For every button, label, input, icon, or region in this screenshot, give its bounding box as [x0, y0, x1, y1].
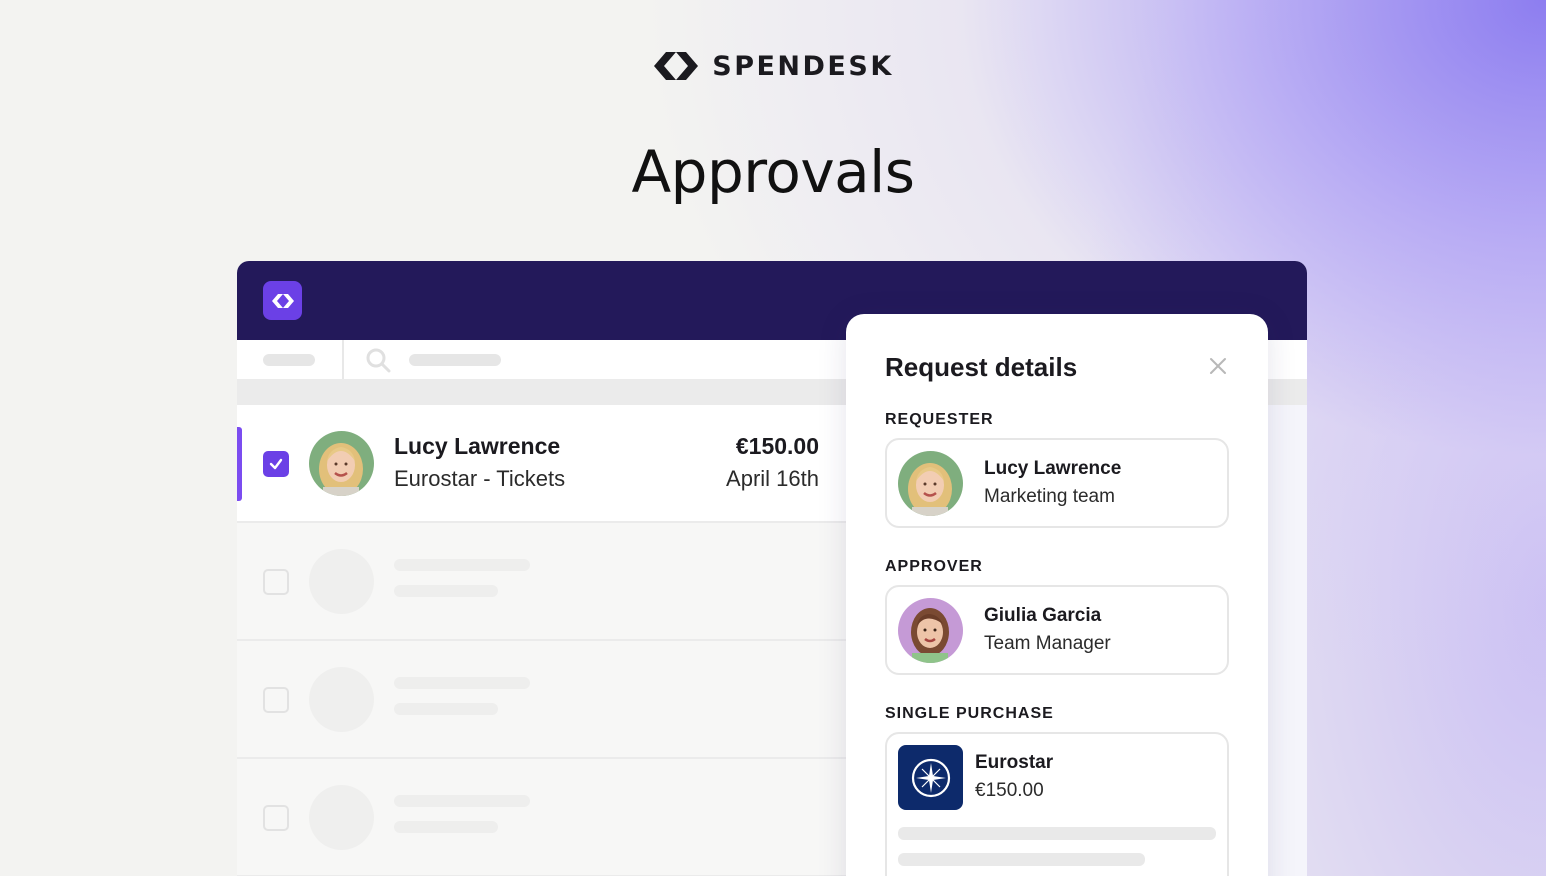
- spendesk-logo-icon: [654, 52, 699, 80]
- brand-name: SPENDESK: [712, 50, 894, 82]
- approver-role: Team Manager: [984, 633, 1111, 654]
- purchase-amount: €150.00: [975, 780, 1044, 801]
- requester-team: Marketing team: [984, 486, 1115, 507]
- close-icon[interactable]: [1208, 356, 1228, 376]
- approver-name: Giulia Garcia: [984, 605, 1102, 626]
- panel-backdrop-strip: [1267, 405, 1307, 876]
- row-checkbox[interactable]: [263, 569, 289, 595]
- avatar-placeholder: [309, 549, 374, 614]
- avatar: [309, 431, 374, 496]
- purchase-label: SINGLE PURCHASE: [885, 705, 1054, 722]
- text-placeholder: [394, 559, 530, 571]
- search-input-placeholder[interactable]: [409, 354, 501, 366]
- text-placeholder: [898, 853, 1145, 866]
- merchant-name: Eurostar: [975, 752, 1054, 773]
- app-logo[interactable]: [263, 281, 302, 320]
- request-date: April 16th: [726, 466, 819, 491]
- checkmark-icon: [269, 458, 283, 470]
- avatar: [898, 451, 963, 516]
- text-placeholder: [394, 585, 498, 597]
- requester-label: REQUESTER: [885, 411, 994, 428]
- request-amount: €150.00: [735, 433, 819, 459]
- row-checkbox[interactable]: [263, 451, 289, 477]
- text-placeholder: [394, 821, 498, 833]
- page-headline: Approvals: [631, 138, 915, 206]
- toolbar-filter-placeholder[interactable]: [263, 354, 315, 366]
- text-placeholder: [394, 703, 498, 715]
- purchase-card[interactable]: Eurostar €150.00: [885, 732, 1229, 876]
- request-description: Eurostar - Tickets: [394, 466, 566, 491]
- spendesk-logo-icon: [271, 293, 294, 308]
- toolbar-divider: [342, 340, 344, 379]
- eurostar-logo-icon: [898, 745, 963, 810]
- requester-name: Lucy Lawrence: [984, 458, 1122, 479]
- brand-header: SPENDESK: [0, 48, 1546, 84]
- selected-indicator: [237, 427, 242, 501]
- panel-title: Request details: [885, 352, 1078, 382]
- avatar-placeholder: [309, 667, 374, 732]
- requester-card[interactable]: Lucy Lawrence Marketing team: [885, 438, 1229, 528]
- text-placeholder: [898, 827, 1216, 840]
- request-details-panel: Request details REQUESTER Lucy Lawrence …: [846, 314, 1268, 876]
- avatar: [898, 598, 963, 663]
- requester-name: Lucy Lawrence: [394, 433, 561, 459]
- search-icon[interactable]: [365, 347, 391, 373]
- row-checkbox[interactable]: [263, 687, 289, 713]
- text-placeholder: [394, 677, 530, 689]
- row-checkbox[interactable]: [263, 805, 289, 831]
- avatar-placeholder: [309, 785, 374, 850]
- approver-label: APPROVER: [885, 558, 983, 575]
- approver-card[interactable]: Giulia Garcia Team Manager: [885, 585, 1229, 675]
- text-placeholder: [394, 795, 530, 807]
